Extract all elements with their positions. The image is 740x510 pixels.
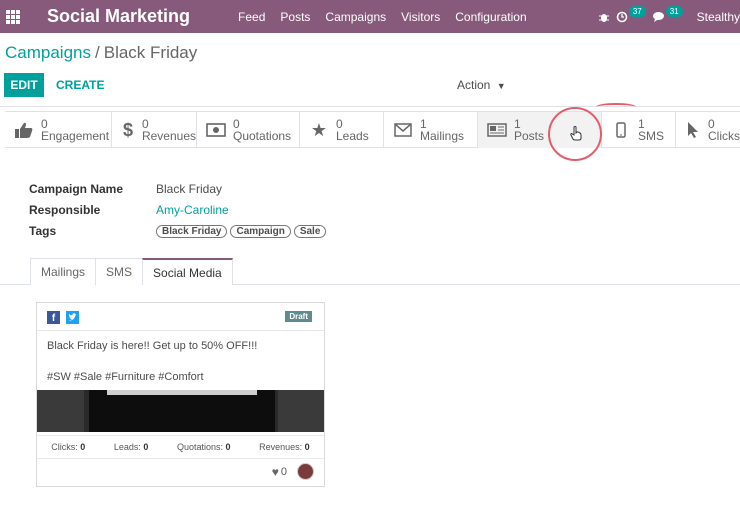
post-image — [37, 390, 324, 432]
status-badge: Draft — [285, 311, 312, 322]
stat-sms-label: SMS — [638, 129, 665, 143]
action-label: Action — [457, 78, 491, 92]
tag-campaign: Campaign — [230, 225, 291, 238]
twitter-icon — [66, 311, 79, 324]
stat-leads[interactable]: ★ 0 Leads — [300, 112, 384, 148]
responsible-label: Responsible — [29, 202, 101, 217]
stat-engagement[interactable]: 0 Engagement — [5, 112, 112, 148]
stat-clicks-label: Clicks — [708, 129, 740, 143]
action-dropdown[interactable]: Action ▼ — [457, 78, 506, 92]
post-clicks: Clicks: 0 — [51, 442, 86, 452]
breadcrumb-separator: / — [95, 43, 100, 62]
tags-label: Tags — [29, 223, 57, 238]
mobile-icon — [610, 122, 632, 138]
menu-posts[interactable]: Posts — [280, 10, 310, 24]
post-hashtags: #SW #Sale #Furniture #Comfort — [47, 371, 204, 383]
stat-mailings[interactable]: 1 Mailings — [384, 112, 478, 148]
avatar — [297, 463, 314, 480]
campaign-name-label: Campaign Name — [29, 181, 124, 196]
bug-icon[interactable] — [598, 11, 610, 23]
stat-revenues-label: Revenues — [141, 129, 196, 143]
post-card-header: f Draft — [37, 303, 324, 331]
heart-icon[interactable]: ♥ — [272, 465, 279, 479]
social-post-card[interactable]: f Draft Black Friday is here!! Get up to… — [36, 302, 325, 487]
apps-menu-icon[interactable] — [6, 9, 20, 24]
pointer-icon — [684, 121, 702, 139]
stat-buttons-bar: 0 Engagement $ 0 Revenues 0 Quotations ★ 0L… — [5, 111, 740, 148]
money-icon — [205, 123, 227, 137]
top-navbar: Social Marketing Feed Posts Campaigns Vi… — [0, 0, 740, 33]
tab-social-media[interactable]: Social Media — [142, 258, 233, 285]
post-card-footer: ♥ 0 — [272, 463, 314, 480]
likes-count: 0 — [280, 465, 287, 478]
menu-visitors[interactable]: Visitors — [401, 10, 440, 24]
stat-revenues[interactable]: $ 0 Revenues — [112, 112, 197, 148]
responsible-value[interactable]: Amy-Caroline — [156, 203, 229, 217]
campaign-fields: Campaign Name Black Friday Responsible A… — [29, 178, 329, 241]
activity-clock-icon[interactable]: 37 — [616, 6, 646, 23]
post-quotations: Quotations: 0 — [177, 442, 231, 452]
stat-sms[interactable]: 1 SMS — [602, 112, 676, 148]
activity-badge: 37 — [628, 6, 646, 17]
create-button[interactable]: CREATE — [56, 78, 104, 92]
post-message: Black Friday is here!! Get up to 50% OFF… — [47, 340, 258, 352]
stat-engagement-label: Engagement — [41, 129, 110, 143]
menu-configuration[interactable]: Configuration — [455, 10, 526, 24]
post-stats: Clicks: 0 Leads: 0 Quotations: 0 Revenue… — [37, 435, 324, 459]
tag-sale: Sale — [293, 225, 327, 238]
hand-cursor-icon — [570, 126, 582, 144]
edit-button[interactable]: EDIT — [4, 73, 44, 97]
dollar-icon: $ — [122, 119, 133, 140]
app-title[interactable]: Social Marketing — [47, 6, 190, 27]
breadcrumb-current: Black Friday — [103, 43, 198, 62]
post-leads: Leads: 0 — [113, 442, 149, 452]
tags-list: Black Friday Campaign Sale — [156, 223, 329, 238]
menu-campaigns[interactable]: Campaigns — [325, 10, 386, 24]
facebook-icon: f — [47, 311, 60, 324]
tab-mailings[interactable]: Mailings — [30, 258, 97, 285]
thumbs-up-icon — [13, 122, 35, 138]
stat-clicks[interactable]: 0 Clicks — [676, 112, 740, 148]
campaign-name-value: Black Friday — [156, 181, 223, 196]
tab-sms[interactable]: SMS — [95, 258, 144, 285]
star-icon: ★ — [310, 119, 328, 140]
stat-quotations[interactable]: 0 Quotations — [197, 112, 300, 148]
stat-leads-label: Leads — [336, 129, 369, 143]
stat-posts-label: Posts — [514, 129, 545, 143]
envelope-icon — [392, 123, 414, 137]
user-menu[interactable]: Stealthy — [697, 10, 740, 24]
messages-icon[interactable]: 31 — [652, 6, 683, 23]
newspaper-icon — [486, 123, 508, 137]
top-menu: Feed Posts Campaigns Visitors Configurat… — [238, 10, 542, 24]
breadcrumb-campaigns[interactable]: Campaigns — [5, 43, 91, 62]
stat-quotations-label: Quotations — [233, 129, 292, 143]
tag-black-friday: Black Friday — [156, 225, 228, 238]
stat-mailings-label: Mailings — [420, 129, 465, 143]
breadcrumb: Campaigns / Black Friday — [5, 43, 197, 63]
messages-badge: 31 — [665, 6, 683, 17]
notebook-tabs: Mailings SMS Social Media — [30, 258, 233, 285]
caret-down-icon: ▼ — [496, 81, 506, 91]
post-revenues: Revenues: 0 — [259, 442, 310, 452]
menu-feed[interactable]: Feed — [238, 10, 265, 24]
systray: 37 31 Stealthy — [598, 0, 740, 33]
click-highlight-ring-partial — [596, 103, 636, 111]
